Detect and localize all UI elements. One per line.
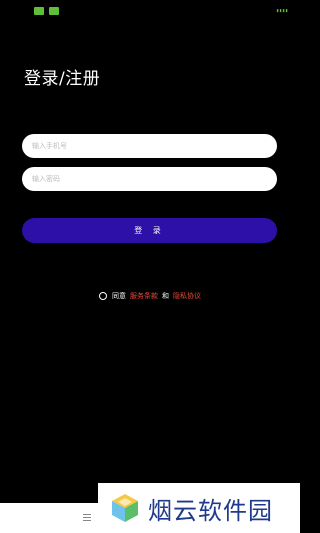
watermark-text: 烟云软件园 [148,496,273,525]
cube-logo-icon [112,494,138,522]
terms-link[interactable]: 服务条款 [130,291,158,301]
menu-icon[interactable] [83,514,91,521]
page-title: 登录/注册 [24,69,101,89]
agree-radio[interactable] [99,292,107,300]
battery-icon: ▮▮▮▮ [275,8,288,14]
phone-input[interactable] [22,134,277,158]
agreement-prefix: 同意 [112,292,126,300]
agreement-row: 同意 服务条款 和 隐私协议 [0,290,300,302]
notification-icon [34,7,44,15]
status-bar: ▮▮▮▮ [0,0,300,22]
agreement-and: 和 [162,292,169,300]
password-input[interactable] [22,167,277,191]
login-button[interactable]: 登 录 [22,218,277,243]
watermark: 烟云软件园 [98,483,300,533]
notification-icon [49,7,59,15]
privacy-link[interactable]: 隐私协议 [173,291,201,301]
